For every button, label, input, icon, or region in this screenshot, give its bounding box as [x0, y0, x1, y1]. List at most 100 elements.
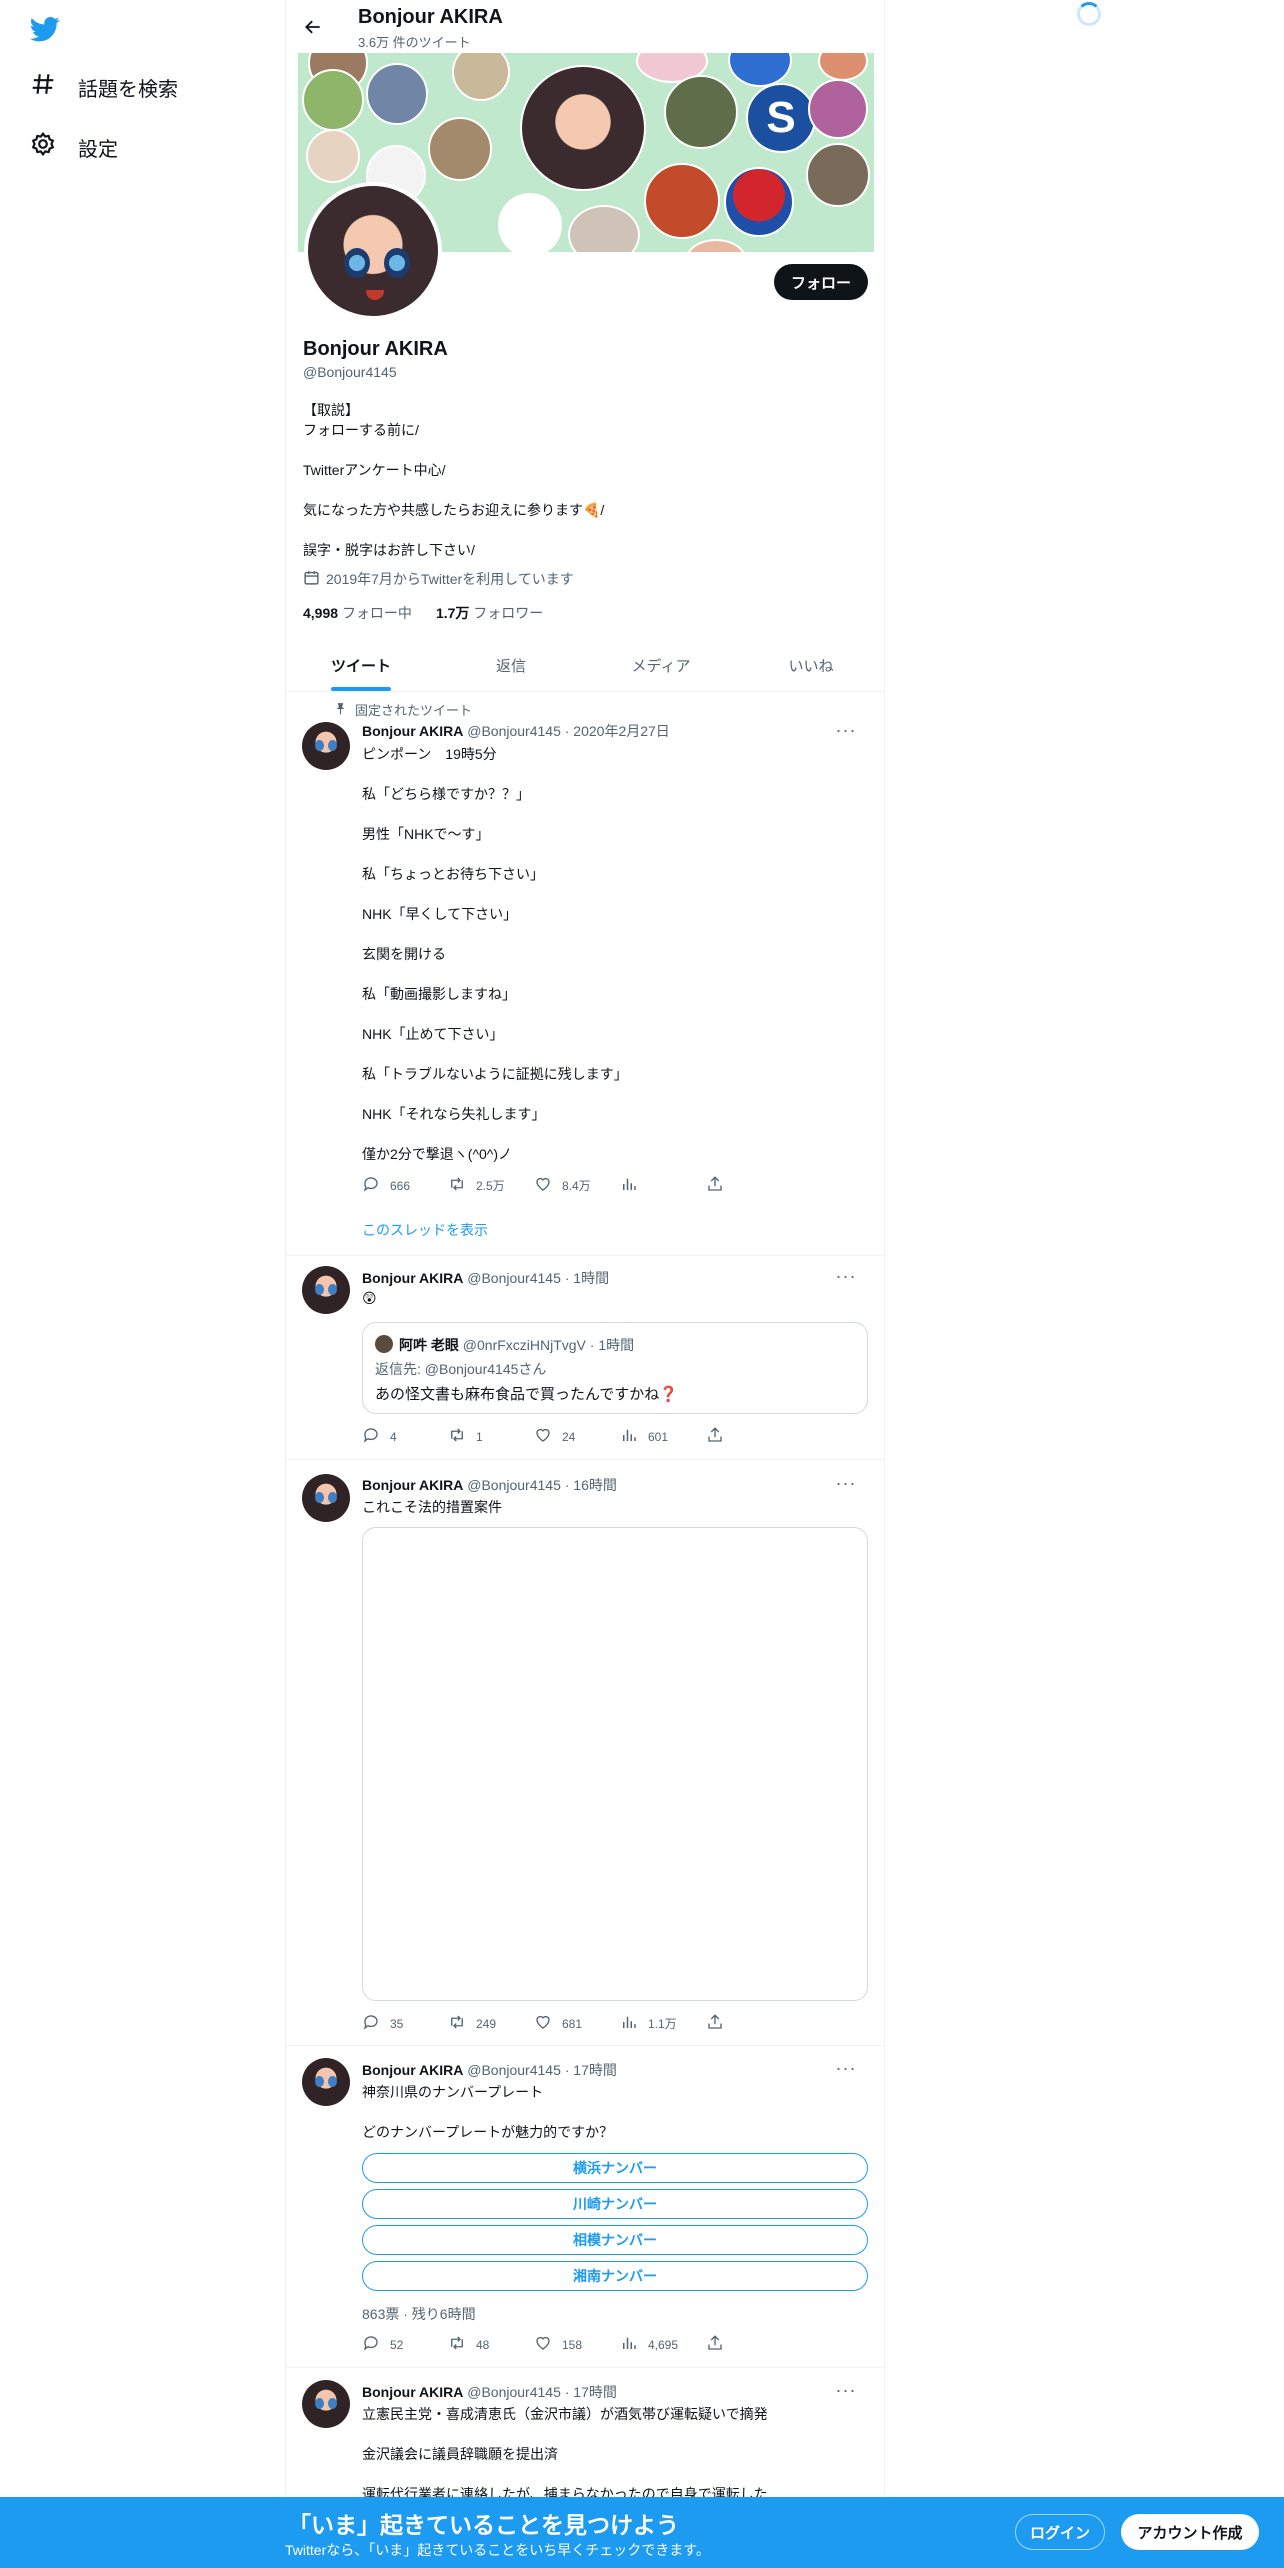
tweet-text-line: これこそ法的措置案件	[362, 1499, 502, 1515]
views-button[interactable]: 1.1万	[620, 2013, 706, 2034]
avatar[interactable]	[302, 722, 350, 770]
more-icon[interactable]: ···	[834, 2380, 858, 2400]
reply-button[interactable]: 4	[362, 1426, 448, 1447]
followers-link[interactable]: 1.7万 フォロワー	[436, 603, 543, 623]
quoted-avatar	[375, 1335, 393, 1353]
share-button[interactable]	[706, 2334, 792, 2355]
nav-explore[interactable]: 話題を検索	[30, 71, 178, 103]
avatar[interactable]	[302, 2380, 350, 2428]
author-name[interactable]: Bonjour AKIRA	[362, 1270, 463, 1286]
like-button[interactable]: 681	[534, 2013, 620, 2034]
reply-count: 52	[390, 2337, 404, 2352]
retweet-button[interactable]: 1	[448, 1426, 534, 1447]
more-icon[interactable]: ···	[834, 1473, 858, 1493]
like-button[interactable]: 24	[534, 1426, 620, 1447]
like-button[interactable]: 158	[534, 2334, 620, 2355]
tweet-header: Bonjour AKIRA @Bonjour4145 · 17時間	[362, 2382, 617, 2402]
back-arrow-icon[interactable]	[300, 14, 326, 40]
tweet-meta[interactable]: @Bonjour4145 · 1時間	[467, 1270, 609, 1286]
retweet-button[interactable]: 2.5万	[448, 1175, 534, 1196]
page: 話題を検索 設定 Bonjour AKIRA 3.6万 件のツイート S フォロ…	[0, 0, 1284, 2568]
signup-button[interactable]: アカウント作成	[1121, 2514, 1259, 2550]
tweet-text-line: 男性「NHKで～す」	[362, 826, 490, 842]
tab-replies[interactable]: 返信	[436, 640, 586, 691]
share-button[interactable]	[706, 1426, 792, 1447]
hashtag-icon	[30, 71, 56, 103]
more-icon[interactable]: ···	[834, 2058, 858, 2078]
pinned-label: 固定されたツイート	[355, 703, 473, 718]
media-attachment[interactable]	[362, 1527, 868, 2001]
share-icon	[706, 1175, 724, 1196]
share-button[interactable]	[706, 2013, 792, 2034]
follow-button[interactable]: フォロー	[774, 264, 868, 300]
tweet[interactable]: Bonjour AKIRA @Bonjour4145 · 16時間 ··· これ…	[286, 1460, 884, 2046]
quoted-author: 阿吽 老眼	[399, 1337, 459, 1353]
nav-settings[interactable]: 設定	[30, 131, 118, 163]
tweet-poll[interactable]: Bonjour AKIRA @Bonjour4145 · 17時間 ··· 神奈…	[286, 2046, 884, 2368]
tab-likes[interactable]: いいね	[736, 640, 884, 691]
quoted-tweet[interactable]: 阿吽 老眼 @0nrFxcziHNjTvgV · 1時間 返信先: @Bonjo…	[362, 1322, 868, 1414]
avatar[interactable]	[302, 1474, 350, 1522]
twitter-logo-icon[interactable]	[28, 14, 62, 44]
tweet-meta[interactable]: @Bonjour4145 · 17時間	[467, 2384, 617, 2400]
views-button[interactable]: 601	[620, 1426, 706, 1447]
tweet-text-line: NHK「それなら失礼します」	[362, 1106, 546, 1122]
login-button[interactable]: ログイン	[1015, 2514, 1105, 2550]
author-name[interactable]: Bonjour AKIRA	[362, 2384, 463, 2400]
views-button[interactable]	[620, 1175, 706, 1196]
retweet-icon	[448, 2013, 466, 2034]
retweet-button[interactable]: 249	[448, 2013, 534, 2034]
following-link[interactable]: 4,998 フォロー中	[303, 603, 412, 623]
poll-option[interactable]: 川崎ナンバー	[362, 2189, 868, 2219]
tweet-meta[interactable]: @Bonjour4145 · 17時間	[467, 2062, 617, 2078]
like-button[interactable]: 8.4万	[534, 1175, 620, 1196]
quoted-reply-to: 返信先: @Bonjour4145さん	[375, 1361, 547, 1377]
author-name[interactable]: Bonjour AKIRA	[362, 723, 463, 739]
signup-banner-subtitle: Twitterなら、「いま」起きていることをいち早くチェックできます。	[285, 2542, 710, 2558]
tweet-meta[interactable]: @Bonjour4145 · 16時間	[467, 1477, 617, 1493]
bio-line: Twitterアンケート中心/	[303, 462, 446, 478]
views-button[interactable]: 4,695	[620, 2334, 706, 2355]
signup-banner: 「いま」起きていることを見つけよう Twitterなら、「いま」起きていることを…	[0, 2497, 1284, 2568]
reply-button[interactable]: 35	[362, 2013, 448, 2034]
reply-icon	[362, 1426, 380, 1447]
like-count: 681	[562, 2016, 583, 2031]
views-icon	[620, 1175, 638, 1196]
reply-button[interactable]: 666	[362, 1175, 448, 1196]
header-tweet-count: 3.6万 件のツイート	[358, 35, 471, 50]
profile-tabs: ツイート 返信 メディア いいね	[286, 640, 884, 692]
bio-line: フォローする前に/	[303, 422, 419, 438]
tweet-text-line: 玄関を開ける	[362, 946, 446, 962]
tweet[interactable]: Bonjour AKIRA @Bonjour4145 · 1時間 ··· 😲 阿…	[286, 1256, 884, 1460]
avatar[interactable]	[302, 1266, 350, 1314]
gear-icon	[30, 131, 56, 163]
author-name[interactable]: Bonjour AKIRA	[362, 2062, 463, 2078]
poll-option[interactable]: 相模ナンバー	[362, 2225, 868, 2255]
author-name[interactable]: Bonjour AKIRA	[362, 1477, 463, 1493]
tab-tweets[interactable]: ツイート	[286, 640, 436, 691]
profile-avatar[interactable]	[304, 182, 442, 320]
tweet-text-line: ピンポーン 19時5分	[362, 746, 497, 762]
like-count: 24	[562, 1429, 576, 1444]
reply-count: 666	[390, 1178, 411, 1193]
share-button[interactable]	[706, 1175, 792, 1196]
tweet-meta[interactable]: @Bonjour4145 · 2020年2月27日	[467, 723, 670, 739]
tab-media[interactable]: メディア	[586, 640, 736, 691]
like-icon	[534, 1426, 552, 1447]
more-icon[interactable]: ···	[834, 1266, 858, 1286]
reply-button[interactable]: 52	[362, 2334, 448, 2355]
retweet-count: 249	[476, 2016, 497, 2031]
poll-option[interactable]: 横浜ナンバー	[362, 2153, 868, 2183]
left-nav: 話題を検索 設定	[0, 0, 285, 2568]
quoted-meta: @0nrFxcziHNjTvgV · 1時間	[462, 1337, 635, 1353]
more-icon[interactable]: ···	[834, 720, 858, 740]
bio-line: 誤字・脱字はお許し下さい/	[303, 542, 475, 558]
show-thread-link[interactable]: このスレッドを表示	[362, 1220, 488, 1240]
tweet-text-line: どのナンバープレートが魅力的ですか？	[362, 2124, 614, 2140]
retweet-icon	[448, 1426, 466, 1447]
poll-option[interactable]: 湘南ナンバー	[362, 2261, 868, 2291]
tweet-pinned[interactable]: 固定されたツイート Bonjour AKIRA @Bonjour4145 · 2…	[286, 692, 884, 1256]
avatar[interactable]	[302, 2058, 350, 2106]
bio-line: 気になった方や共感したらお迎えに参ります🍕/	[303, 502, 605, 518]
retweet-button[interactable]: 48	[448, 2334, 534, 2355]
